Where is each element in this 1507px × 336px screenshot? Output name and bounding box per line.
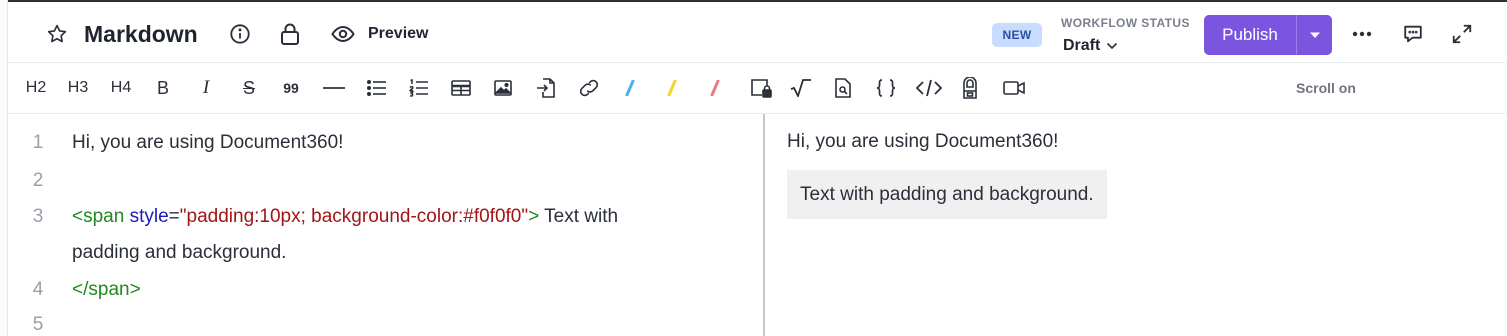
horizontal-rule-icon[interactable] [321, 75, 347, 101]
heading2-button[interactable]: H2 [22, 75, 50, 101]
code-attribute-value: "padding:10px; background-color:#f0f0f0" [179, 206, 529, 227]
preview-button[interactable]: Preview [368, 21, 428, 47]
chevron-down-icon [1107, 42, 1118, 50]
comment-icon[interactable] [1400, 21, 1426, 47]
caret-down-icon [1309, 32, 1320, 38]
line-number: 1 [32, 132, 44, 153]
snippet-icon[interactable] [830, 75, 856, 101]
quote-button[interactable]: 99 [278, 75, 304, 101]
heading3-button[interactable]: H3 [64, 75, 92, 101]
strikethrough-button[interactable]: S [237, 75, 261, 101]
glossary-icon[interactable] [957, 75, 983, 101]
line-number: 2 [32, 170, 44, 191]
publish-button[interactable]: Publish [1204, 15, 1296, 55]
code-text: Text with [539, 206, 619, 227]
page-title: Markdown [84, 20, 198, 47]
code-tag-open: <span [72, 206, 125, 227]
numbered-list-icon[interactable] [406, 75, 432, 101]
code-attribute: style [129, 206, 169, 227]
italic-button[interactable]: I [194, 75, 218, 101]
eye-icon[interactable] [330, 22, 356, 46]
article-header: Markdown Preview NEW WORKFLOW STATUS Dra… [8, 2, 1507, 63]
import-icon[interactable] [533, 75, 559, 101]
yellow-highlight-icon[interactable] [660, 75, 684, 101]
heading4-button[interactable]: H4 [107, 75, 135, 101]
math-icon[interactable] [788, 75, 814, 101]
workflow-status-dropdown[interactable]: Draft [1063, 35, 1118, 57]
expand-icon[interactable] [1449, 21, 1475, 47]
publish-options-button[interactable] [1296, 15, 1332, 55]
code-line-3: <span style="padding:10px; background-co… [72, 206, 618, 228]
new-badge: NEW [992, 23, 1042, 47]
variable-icon[interactable] [872, 75, 900, 101]
left-rail [0, 0, 8, 336]
preview-pane: Hi, you are using Document360! Text with… [765, 114, 1507, 336]
info-icon[interactable] [228, 22, 252, 46]
line-number: 3 [32, 206, 44, 227]
more-options-icon[interactable] [1348, 22, 1376, 46]
bullet-list-icon[interactable] [364, 75, 390, 101]
image-icon[interactable] [490, 75, 516, 101]
preview-padded-span: Text with padding and background. [787, 170, 1107, 219]
code-line-4: </span> [72, 279, 141, 300]
code-icon[interactable] [914, 75, 944, 101]
code-tag-close: > [528, 206, 540, 227]
lock-icon[interactable] [278, 21, 302, 47]
video-icon[interactable] [1000, 75, 1028, 101]
workflow-status-label: WORKFLOW STATUS [1061, 16, 1190, 30]
table-icon[interactable] [448, 75, 474, 101]
private-block-icon[interactable] [747, 75, 775, 101]
blue-highlight-icon[interactable] [618, 75, 642, 101]
code-line-1: Hi, you are using Document360! [72, 132, 344, 153]
scroll-sync-toggle[interactable]: Scroll on [1296, 78, 1356, 98]
editor-toolbar: H2 H3 H4 B I S 99 Scroll on [8, 63, 1507, 114]
line-number: 5 [32, 314, 44, 335]
red-highlight-icon[interactable] [703, 75, 727, 101]
preview-paragraph: Hi, you are using Document360! [787, 131, 1059, 152]
line-number: 4 [32, 279, 44, 300]
workflow-status-value: Draft [1063, 37, 1101, 54]
star-icon[interactable] [44, 21, 70, 47]
code-equals: = [168, 206, 180, 227]
markdown-editor[interactable]: 1 2 3 4 5 Hi, you are using Document360!… [8, 114, 763, 336]
code-line-3-wrap: padding and background. [72, 242, 287, 263]
link-icon[interactable] [575, 75, 603, 101]
bold-button[interactable]: B [151, 75, 175, 101]
